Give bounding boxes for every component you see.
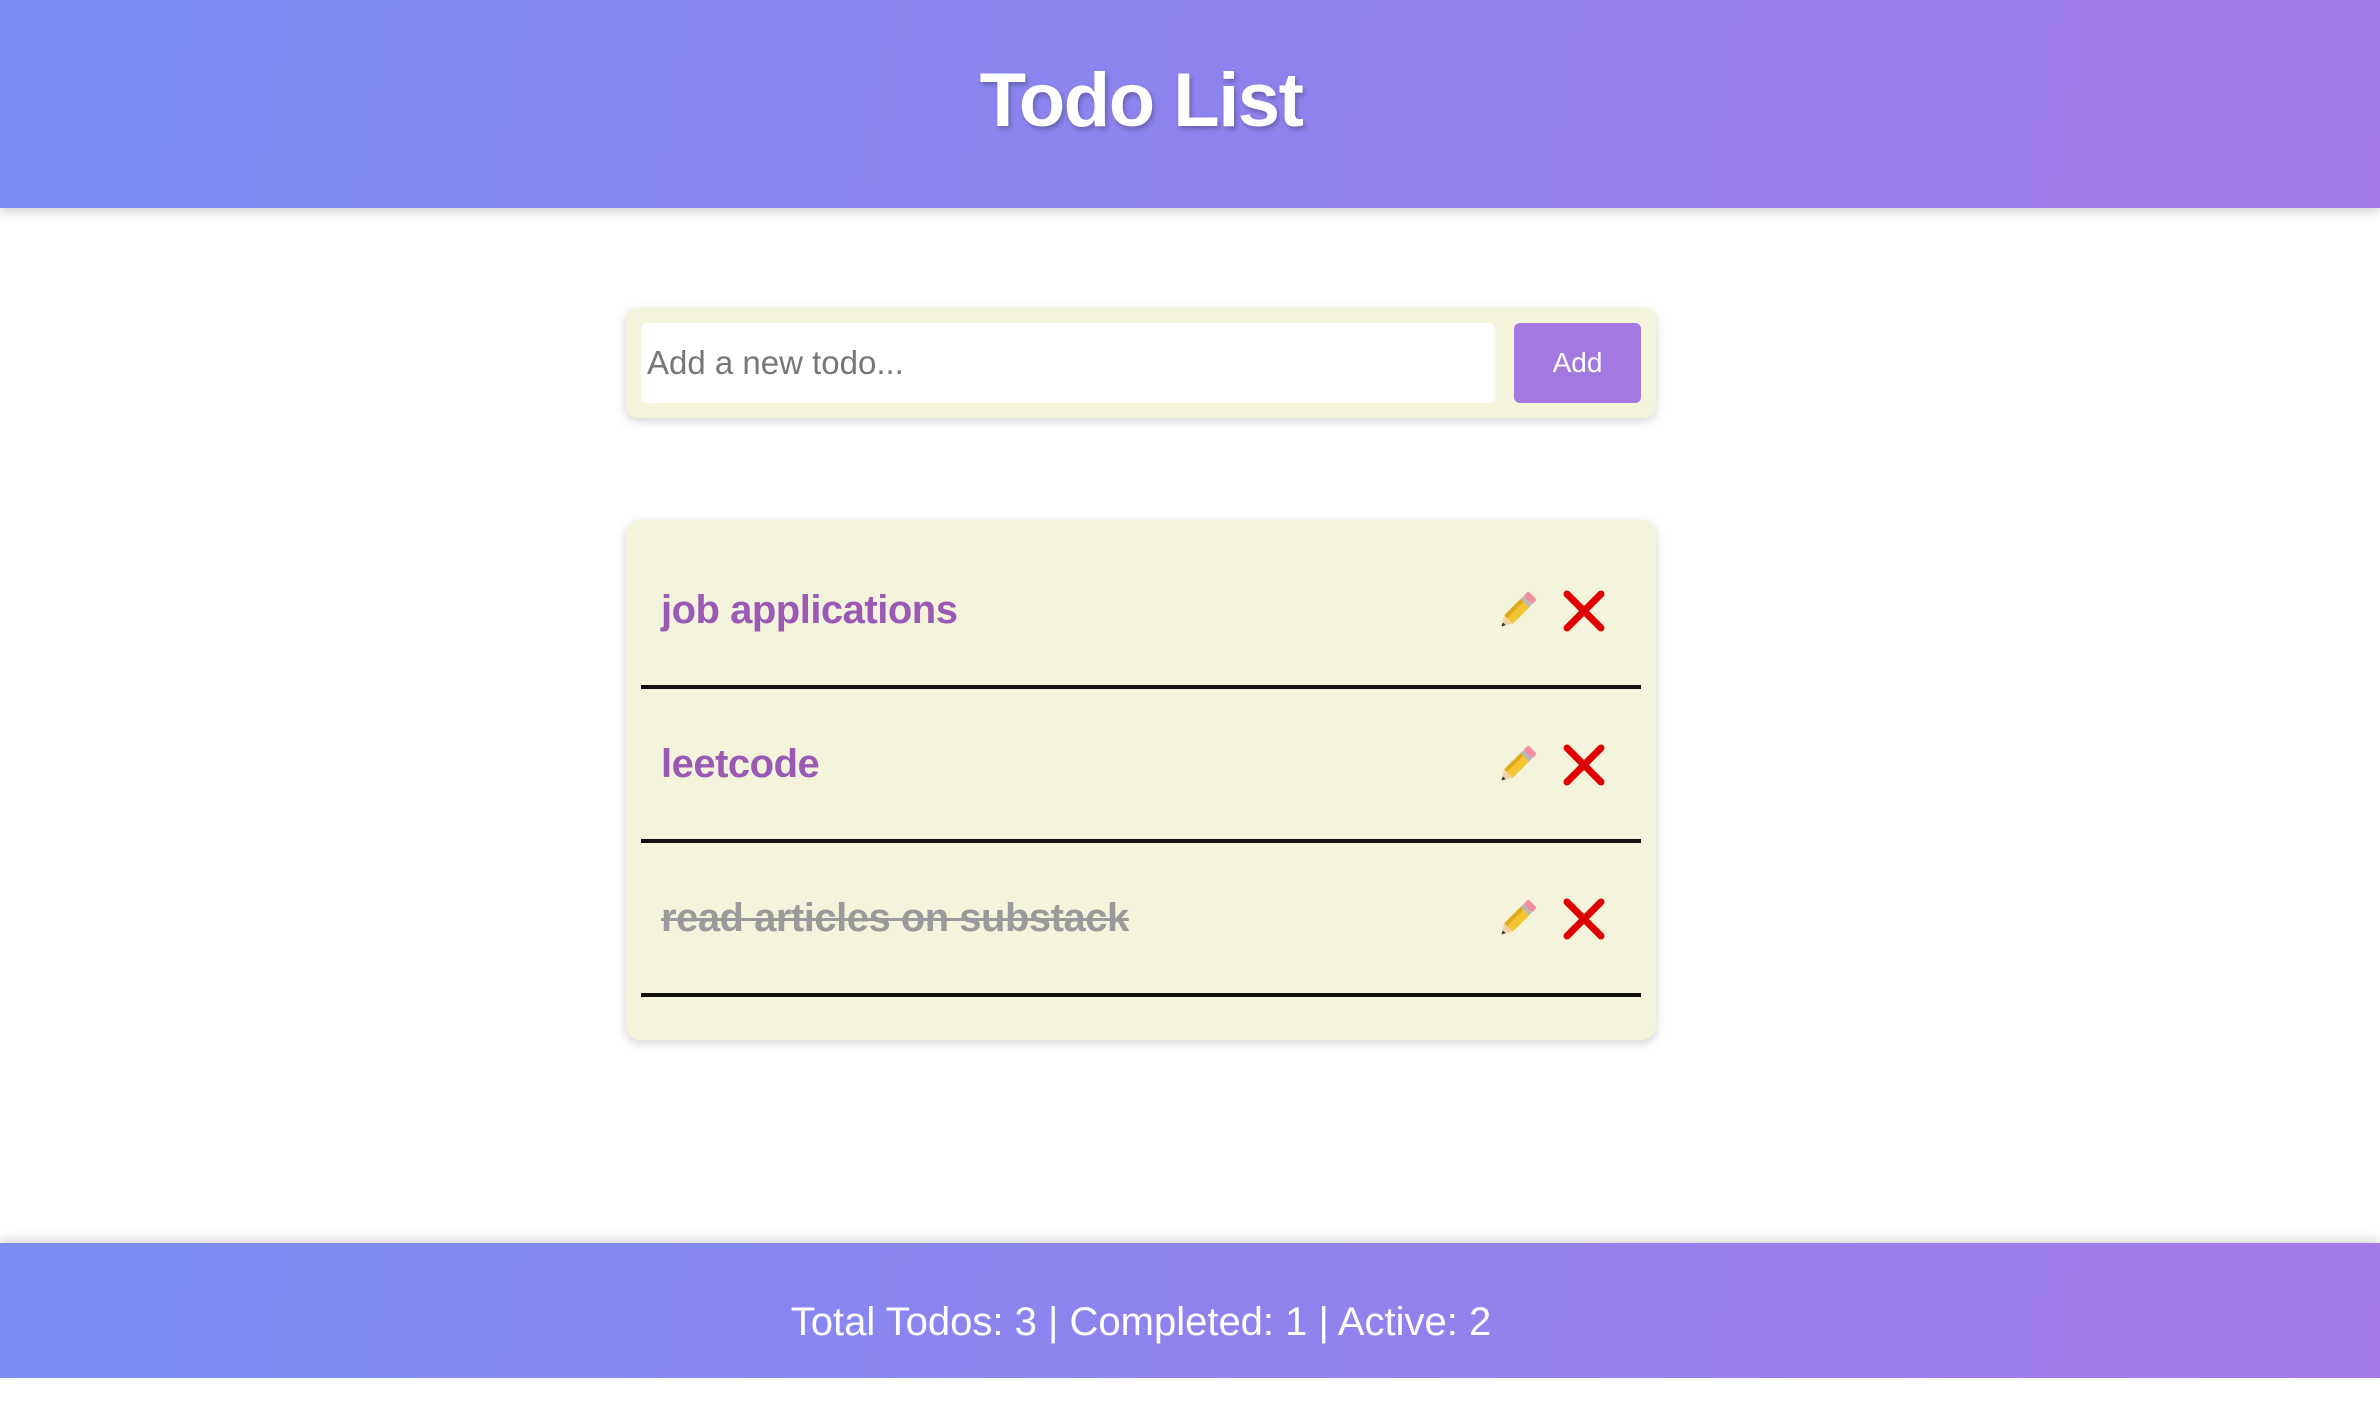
pencil-icon[interactable] (1493, 741, 1541, 789)
add-button[interactable]: Add (1514, 323, 1641, 403)
todo-text[interactable]: read articles on substack (661, 843, 1129, 993)
todo-item: job applications (641, 535, 1641, 689)
todo-stats: Total Todos: 3 | Completed: 1 | Active: … (790, 1300, 1492, 1344)
todo-item: read articles on substack (641, 843, 1641, 997)
close-icon[interactable] (1560, 741, 1608, 789)
close-icon[interactable] (1560, 587, 1608, 635)
app-footer: Total Todos: 3 | Completed: 1 | Active: … (0, 1243, 2380, 1378)
pencil-icon[interactable] (1493, 895, 1541, 943)
new-todo-input[interactable] (641, 323, 1495, 403)
todo-text[interactable]: leetcode (661, 689, 820, 839)
todo-list: job applications leetcode read articles … (626, 520, 1656, 1040)
add-todo-form: Add (626, 308, 1656, 418)
todo-text[interactable]: job applications (661, 535, 958, 685)
todo-item: leetcode (641, 689, 1641, 843)
pencil-icon[interactable] (1493, 587, 1541, 635)
close-icon[interactable] (1560, 895, 1608, 943)
app-header: Todo List (0, 0, 2380, 208)
page-title: Todo List (979, 58, 1304, 143)
